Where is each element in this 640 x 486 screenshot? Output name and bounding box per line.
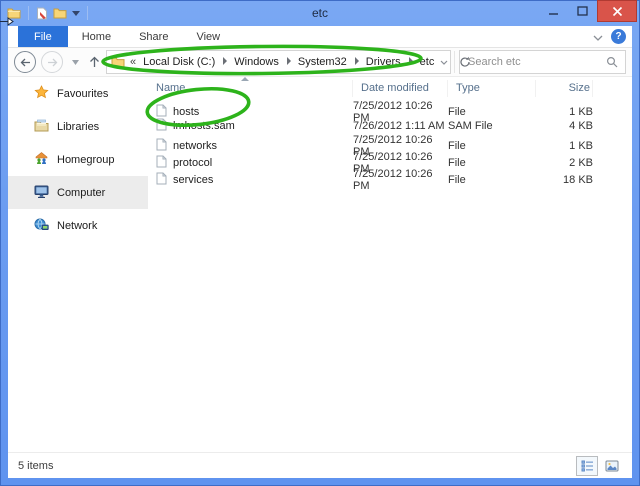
toolbar-separator	[28, 6, 29, 20]
sidebar-item-homegroup[interactable]: Homegroup	[8, 143, 148, 176]
toolbar-dropdown-icon[interactable]	[72, 11, 80, 16]
file-type: File	[448, 174, 536, 186]
tab-share[interactable]: Share	[125, 26, 182, 47]
address-bar[interactable]: « Local Disk (C:) Windows System32 Drive…	[106, 50, 451, 74]
navigation-pane: Favourites Libraries Homegroup	[8, 77, 148, 452]
tab-view[interactable]: View	[182, 26, 234, 47]
file-type: SAM File	[448, 120, 536, 132]
homegroup-icon	[34, 151, 49, 168]
new-item-icon[interactable]	[36, 7, 48, 20]
file-name: hosts	[173, 106, 199, 118]
file-size: 18 KB	[536, 174, 593, 186]
column-header-name[interactable]: Name	[148, 80, 353, 97]
network-icon	[34, 218, 49, 234]
search-icon[interactable]	[599, 56, 625, 68]
status-bar: 5 items	[8, 452, 632, 478]
sidebar-item-label: Computer	[57, 187, 105, 199]
sidebar-item-computer[interactable]: Computer	[8, 176, 148, 209]
file-row-hosts[interactable]: hosts 7/25/2012 10:26 PM File 1 KB	[148, 100, 632, 117]
explorer-folder-icon[interactable]	[7, 7, 21, 19]
forward-button[interactable]	[41, 51, 63, 73]
star-icon	[34, 85, 49, 102]
file-list: Name Date modified Type Size hosts 7/25/…	[148, 77, 632, 452]
breadcrumb-item-etc[interactable]: etc	[420, 56, 435, 68]
toolbar-separator	[87, 6, 88, 20]
breadcrumb-separator-icon[interactable]	[286, 56, 291, 68]
tab-home[interactable]: Home	[68, 26, 125, 47]
file-row-networks[interactable]: networks 7/25/2012 10:26 PM File 1 KB	[148, 134, 632, 151]
breadcrumb-separator-icon[interactable]	[354, 56, 359, 68]
file-icon	[156, 138, 167, 154]
address-dropdown-icon[interactable]	[434, 51, 454, 73]
sidebar-item-favourites[interactable]: Favourites	[8, 77, 148, 110]
search-box	[459, 50, 626, 74]
large-icons-view-button[interactable]	[602, 457, 622, 475]
column-header-type[interactable]: Type	[448, 80, 536, 97]
window-content: File Home Share View ?	[8, 26, 632, 478]
file-type: File	[448, 140, 536, 152]
column-headers: Name Date modified Type Size	[148, 77, 632, 100]
recent-locations-icon[interactable]	[68, 52, 82, 72]
expand-ribbon-icon[interactable]	[593, 28, 603, 46]
file-type: File	[448, 106, 536, 118]
minimize-button[interactable]	[539, 0, 568, 22]
breadcrumb-separator-icon[interactable]	[222, 56, 227, 68]
address-folder-icon	[111, 56, 125, 68]
file-name: protocol	[173, 157, 212, 169]
breadcrumb-item-local-disk[interactable]: Local Disk (C:)	[143, 56, 215, 68]
window-controls	[539, 0, 637, 22]
file-size: 1 KB	[536, 106, 593, 118]
column-header-size[interactable]: Size	[536, 80, 593, 97]
file-type: File	[448, 157, 536, 169]
breadcrumb-item-drivers[interactable]: Drivers	[366, 56, 401, 68]
sidebar-item-libraries[interactable]: Libraries	[8, 110, 148, 143]
computer-icon	[34, 185, 49, 201]
breadcrumb-overflow[interactable]: «	[130, 56, 136, 68]
libraries-icon	[34, 119, 49, 135]
navigation-bar: « Local Disk (C:) Windows System32 Drive…	[8, 48, 632, 77]
main-area: Favourites Libraries Homegroup	[8, 77, 632, 452]
item-count: 5 items	[18, 460, 53, 472]
quick-access-toolbar	[0, 6, 90, 20]
sort-ascending-icon	[241, 77, 249, 81]
breadcrumb: « Local Disk (C:) Windows System32 Drive…	[130, 56, 434, 68]
tab-file[interactable]: File	[18, 26, 68, 47]
close-button[interactable]	[597, 0, 637, 22]
sidebar-item-label: Homegroup	[57, 154, 114, 166]
file-size: 2 KB	[536, 157, 593, 169]
title-bar: etc	[0, 0, 640, 26]
search-input[interactable]	[460, 56, 599, 68]
breadcrumb-item-system32[interactable]: System32	[298, 56, 347, 68]
file-size: 1 KB	[536, 140, 593, 152]
up-button[interactable]	[87, 52, 101, 72]
folder-icon[interactable]	[53, 7, 67, 19]
file-icon	[156, 118, 167, 134]
window-frame: etc File Home Share View ?	[0, 0, 640, 486]
sidebar-item-label: Network	[57, 220, 97, 232]
details-view-button[interactable]	[576, 456, 598, 476]
column-header-date-modified[interactable]: Date modified	[353, 80, 448, 97]
file-icon	[156, 155, 167, 171]
sidebar-item-label: Libraries	[57, 121, 99, 133]
file-date: 7/26/2012 1:11 AM	[353, 120, 448, 132]
help-icon[interactable]: ?	[611, 29, 626, 44]
file-row-lmhosts[interactable]: lmhosts.sam 7/26/2012 1:11 AM SAM File 4…	[148, 117, 632, 134]
sidebar-item-network[interactable]: Network	[8, 209, 148, 242]
file-name: lmhosts.sam	[173, 120, 235, 132]
file-date: 7/25/2012 10:26 PM	[353, 168, 448, 192]
file-name: networks	[173, 140, 217, 152]
maximize-button[interactable]	[568, 0, 597, 22]
refresh-icon[interactable]	[454, 51, 475, 73]
file-name: services	[173, 174, 213, 186]
file-icon	[156, 172, 167, 188]
breadcrumb-item-windows[interactable]: Windows	[234, 56, 279, 68]
back-button[interactable]	[14, 51, 36, 73]
ribbon-tab-bar: File Home Share View ?	[8, 26, 632, 48]
breadcrumb-separator-icon[interactable]	[408, 56, 413, 68]
file-size: 4 KB	[536, 120, 593, 132]
sidebar-item-label: Favourites	[57, 88, 108, 100]
